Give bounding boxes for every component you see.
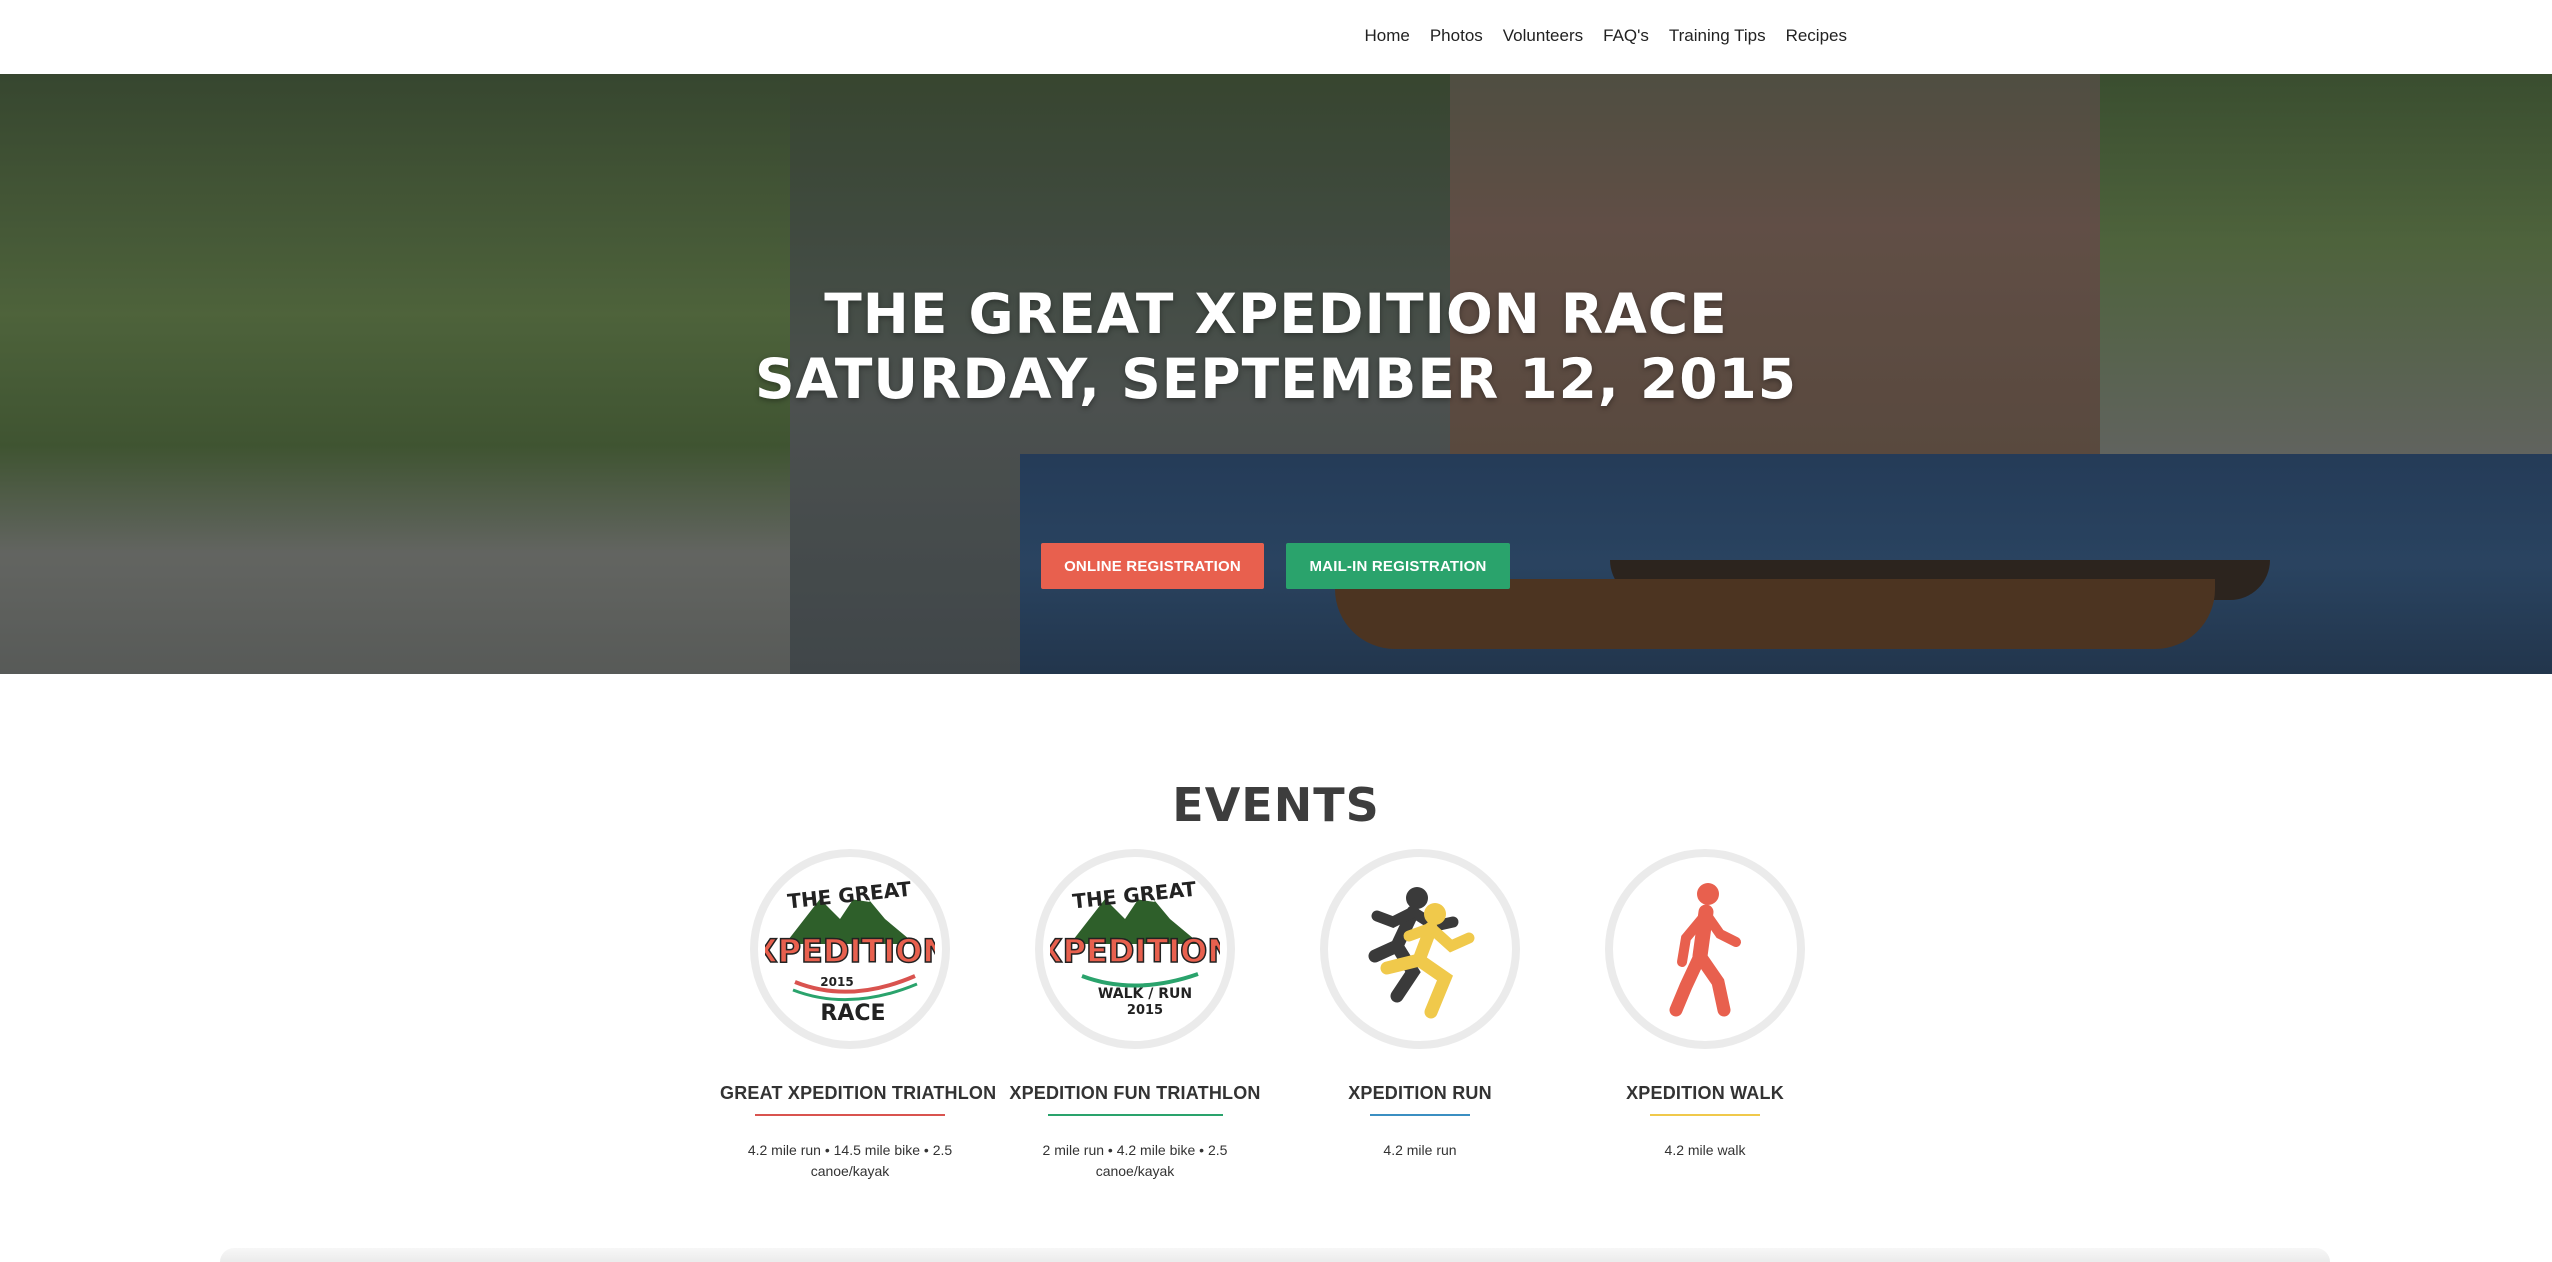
event-card-fun-triathlon: THE GREAT XPEDITION WALK / RUN 2015 XPED…: [1005, 849, 1265, 1182]
logo-year-text: 2015: [1127, 1003, 1163, 1018]
walker-icon[interactable]: [1605, 849, 1805, 1049]
runners-icon[interactable]: [1320, 849, 1520, 1049]
logo-year-text: 2015: [820, 975, 853, 989]
next-section-edge: [220, 1248, 2330, 1262]
event-card-run: XPEDITION RUN 4.2 mile run: [1290, 849, 1550, 1161]
event-underline: [1047, 1114, 1223, 1116]
event-description: 4.2 mile run • 14.5 mile bike • 2.5 cano…: [747, 1142, 953, 1179]
nav-volunteers-link[interactable]: Volunteers: [1503, 26, 1583, 46]
top-navigation-bar: Home Photos Volunteers FAQ's Training Ti…: [0, 0, 2552, 74]
nav-recipes-link[interactable]: Recipes: [1786, 26, 1847, 46]
event-description: 4.2 mile run: [1383, 1142, 1457, 1158]
logo-bottom-text: RACE: [820, 1001, 885, 1026]
hero-title-line1: THE GREAT XPEDITION RACE: [824, 282, 1728, 346]
nav-home-link[interactable]: Home: [1364, 26, 1409, 46]
walk-run-logo-icon[interactable]: THE GREAT XPEDITION WALK / RUN 2015: [1035, 849, 1235, 1049]
logo-bottom-text: WALK / RUN: [1098, 986, 1192, 1002]
walk-run-logo-graphic: THE GREAT XPEDITION WALK / RUN 2015: [1050, 877, 1220, 1018]
event-name: XPEDITION WALK: [1626, 1083, 1784, 1103]
online-registration-button[interactable]: ONLINE REGISTRATION: [1041, 543, 1264, 589]
race-logo-icon[interactable]: THE GREAT XPEDITION 2015 RACE: [750, 849, 950, 1049]
event-name: XPEDITION FUN TRIATHLON: [1009, 1083, 1261, 1103]
nav-photos-link[interactable]: Photos: [1430, 26, 1483, 46]
runners-graphic: [1368, 887, 1475, 1019]
race-logo-graphic: THE GREAT XPEDITION 2015 RACE: [765, 877, 935, 1026]
event-card-triathlon: THE GREAT XPEDITION 2015 RACE GREAT XPED…: [720, 849, 997, 1182]
nav-training-tips-link[interactable]: Training Tips: [1669, 26, 1766, 46]
logo-main-text: XPEDITION: [1050, 932, 1220, 970]
event-name: XPEDITION RUN: [1348, 1083, 1492, 1103]
events-heading: EVENTS: [1172, 778, 1380, 832]
event-description: 2 mile run • 4.2 mile bike • 2.5 canoe/k…: [1042, 1142, 1228, 1179]
walker-graphic: [1669, 883, 1741, 1017]
event-name: GREAT XPEDITION TRIATHLON: [720, 1083, 997, 1103]
hero-title-line2: SATURDAY, SEPTEMBER 12, 2015: [754, 347, 1798, 411]
hero-banner: THE GREAT XPEDITION RACE SATURDAY, SEPTE…: [0, 74, 2552, 674]
nav-faqs-link[interactable]: FAQ's: [1603, 26, 1649, 46]
event-description: 4.2 mile walk: [1664, 1142, 1746, 1158]
hero-title: THE GREAT XPEDITION RACE SATURDAY, SEPTE…: [0, 282, 2552, 412]
logo-main-text: XPEDITION: [765, 932, 935, 970]
event-card-walk: XPEDITION WALK 4.2 mile walk: [1575, 849, 1835, 1161]
main-nav: Home Photos Volunteers FAQ's Training Ti…: [1364, 26, 1847, 46]
event-underline: [755, 1114, 945, 1116]
event-underline: [1650, 1114, 1760, 1116]
mail-in-registration-button[interactable]: MAIL-IN REGISTRATION: [1286, 543, 1510, 589]
event-underline: [1370, 1114, 1470, 1116]
